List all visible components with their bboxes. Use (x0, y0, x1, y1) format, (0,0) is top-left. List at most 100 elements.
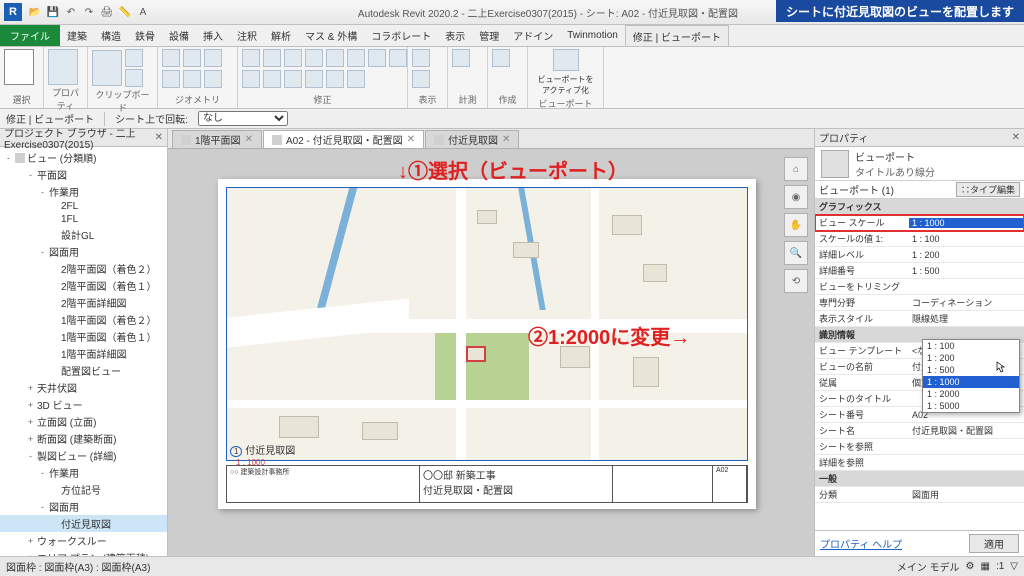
prop-row[interactable]: 詳細レベル1 : 200 (815, 247, 1024, 263)
prop-row[interactable]: シート名付近見取図・配置図 (815, 423, 1024, 439)
prop-row[interactable]: スケールの値 1:1 : 100 (815, 231, 1024, 247)
qat-print-icon[interactable]: 🖨 (100, 5, 114, 19)
view-icon[interactable] (412, 49, 430, 67)
ribbon-tab[interactable]: コラボレート (364, 25, 438, 46)
prop-row[interactable]: 分類図面用 (815, 487, 1024, 503)
modify-tool-icon[interactable] (326, 49, 344, 67)
ribbon-tab[interactable]: 解析 (264, 25, 298, 46)
modify-tool-icon[interactable] (242, 49, 260, 67)
prop-row[interactable]: 詳細を参照 (815, 455, 1024, 471)
nav-home-icon[interactable]: ⌂ (784, 157, 808, 181)
tree-root[interactable]: - ビュー (分類順) (0, 149, 167, 166)
copy-icon[interactable] (125, 69, 143, 87)
ribbon-tab[interactable]: 修正 | ビューポート (625, 25, 729, 46)
browser-close-icon[interactable]: ✕ (155, 132, 163, 143)
nav-pan-icon[interactable]: ✋ (784, 213, 808, 237)
dropdown-option[interactable]: 1 : 2000 (923, 388, 1019, 400)
tree-node[interactable]: +エリア プラン (建築面積) (0, 549, 167, 556)
modify-tool-icon[interactable] (368, 49, 386, 67)
tree-node[interactable]: 2階平面図（着色２） (0, 260, 167, 277)
nav-orbit-icon[interactable]: ⟲ (784, 269, 808, 293)
ribbon-tab[interactable]: 表示 (438, 25, 472, 46)
ribbon-tab[interactable]: 管理 (472, 25, 506, 46)
tree-node[interactable]: 2階平面詳細図 (0, 294, 167, 311)
ribbon-tab[interactable]: Twinmotion (560, 25, 625, 46)
tree-node[interactable]: 方位記号 (0, 481, 167, 498)
canvas[interactable]: 1 付近見取図 1 : 1000 ○○ 建築設計事務所 〇〇邸 新築工事付近見取… (168, 149, 814, 556)
measure-icon[interactable] (452, 49, 470, 67)
geom-icon[interactable] (204, 49, 222, 67)
view-tab[interactable]: 付近見取図 ✕ (425, 130, 519, 148)
tree-node[interactable]: +断面図 (建築断面) (0, 430, 167, 447)
ribbon-tab[interactable]: 鉄骨 (128, 25, 162, 46)
dropdown-option[interactable]: 1 : 1000 (923, 376, 1019, 388)
qat-measure-icon[interactable]: 📏 (118, 5, 132, 19)
props-close-icon[interactable]: ✕ (1012, 132, 1020, 143)
dropdown-option[interactable]: 1 : 5000 (923, 400, 1019, 412)
properties-help-link[interactable]: プロパティ ヘルプ (820, 536, 902, 551)
nav-zoom-icon[interactable]: 🔍 (784, 241, 808, 265)
qat-undo-icon[interactable]: ↶ (64, 5, 78, 19)
edit-type-button[interactable]: ∷タイプ編集 (956, 182, 1020, 197)
properties-icon[interactable] (48, 49, 78, 85)
scale-dropdown[interactable]: 1 : 1001 : 2001 : 5001 : 10001 : 20001 :… (922, 339, 1020, 413)
ribbon-tab[interactable]: アドイン (506, 25, 560, 46)
geom-icon[interactable] (183, 70, 201, 88)
tab-close-icon[interactable]: ✕ (245, 134, 253, 145)
modify-tool-icon[interactable] (326, 70, 344, 88)
nav-wheel-icon[interactable]: ◉ (784, 185, 808, 209)
create-icon[interactable] (492, 49, 510, 67)
prop-row[interactable]: シートを参照 (815, 439, 1024, 455)
modify-tool-icon[interactable] (347, 49, 365, 67)
prop-row[interactable]: ビューをトリミング (815, 279, 1024, 295)
tree-node[interactable]: -作業用 (0, 464, 167, 481)
tree-node[interactable]: 付近見取図 (0, 515, 167, 532)
prop-row[interactable]: 表示スタイル隠線処理 (815, 311, 1024, 327)
tree-node[interactable]: -平面図 (0, 166, 167, 183)
tree-node[interactable]: 1FL (0, 213, 167, 226)
qat-text-icon[interactable]: A (136, 5, 150, 19)
prop-row[interactable]: 専門分野コーディネーション (815, 295, 1024, 311)
modify-tool-icon[interactable] (305, 70, 323, 88)
type-selector[interactable]: ビューポートタイトルあり線分 (815, 147, 1024, 181)
cut-icon[interactable] (125, 49, 143, 67)
qat-open-icon[interactable]: 📂 (28, 5, 42, 19)
viewport-frame[interactable] (226, 187, 748, 461)
dropdown-option[interactable]: 1 : 100 (923, 340, 1019, 352)
view-tab[interactable]: A02 - 付近見取図・配置図 ✕ (263, 130, 424, 148)
ribbon-tab[interactable]: 設備 (162, 25, 196, 46)
status-icon[interactable]: ⚙ (966, 561, 975, 572)
tree-node[interactable]: 設計GL (0, 226, 167, 243)
tree-node[interactable]: 1階平面図（着色１） (0, 328, 167, 345)
instance-selector[interactable]: ビューポート (1) (819, 182, 894, 197)
ribbon-tab[interactable]: 注釈 (230, 25, 264, 46)
tab-close-icon[interactable]: ✕ (407, 134, 415, 145)
tree-node[interactable]: 2FL (0, 200, 167, 213)
tab-close-icon[interactable]: ✕ (502, 134, 510, 145)
tree-node[interactable]: +立面図 (立面) (0, 413, 167, 430)
ribbon-tab[interactable]: 構造 (94, 25, 128, 46)
sheet[interactable]: 1 付近見取図 1 : 1000 ○○ 建築設計事務所 〇〇邸 新築工事付近見取… (218, 179, 756, 509)
view-tab[interactable]: 1階平面図 ✕ (172, 130, 262, 148)
tree-node[interactable]: -図面用 (0, 243, 167, 260)
qat-redo-icon[interactable]: ↷ (82, 5, 96, 19)
apply-button[interactable]: 適用 (969, 534, 1019, 553)
activate-viewport-icon[interactable] (553, 49, 579, 71)
modify-tool-icon[interactable] (242, 70, 260, 88)
paste-icon[interactable] (92, 50, 122, 86)
qat-save-icon[interactable]: 💾 (46, 5, 60, 19)
ribbon-tab[interactable]: マス & 外構 (298, 25, 364, 46)
prop-row[interactable]: 詳細番号1 : 500 (815, 263, 1024, 279)
ribbon-tab[interactable]: 挿入 (196, 25, 230, 46)
tree-node[interactable]: +ウォークスルー (0, 532, 167, 549)
tree-node[interactable]: 2階平面図（着色１） (0, 277, 167, 294)
status-filter-icon[interactable]: ▽ (1010, 561, 1018, 572)
tree-node[interactable]: -図面用 (0, 498, 167, 515)
tree-node[interactable]: -製図ビュー (詳細) (0, 447, 167, 464)
tree-node[interactable]: 1階平面図（着色２） (0, 311, 167, 328)
modify-tool-icon[interactable] (305, 49, 323, 67)
ribbon-tab[interactable]: 建築 (60, 25, 94, 46)
geom-icon[interactable] (204, 70, 222, 88)
status-model[interactable]: メイン モデル (897, 559, 960, 574)
tree-node[interactable]: +天井伏図 (0, 379, 167, 396)
